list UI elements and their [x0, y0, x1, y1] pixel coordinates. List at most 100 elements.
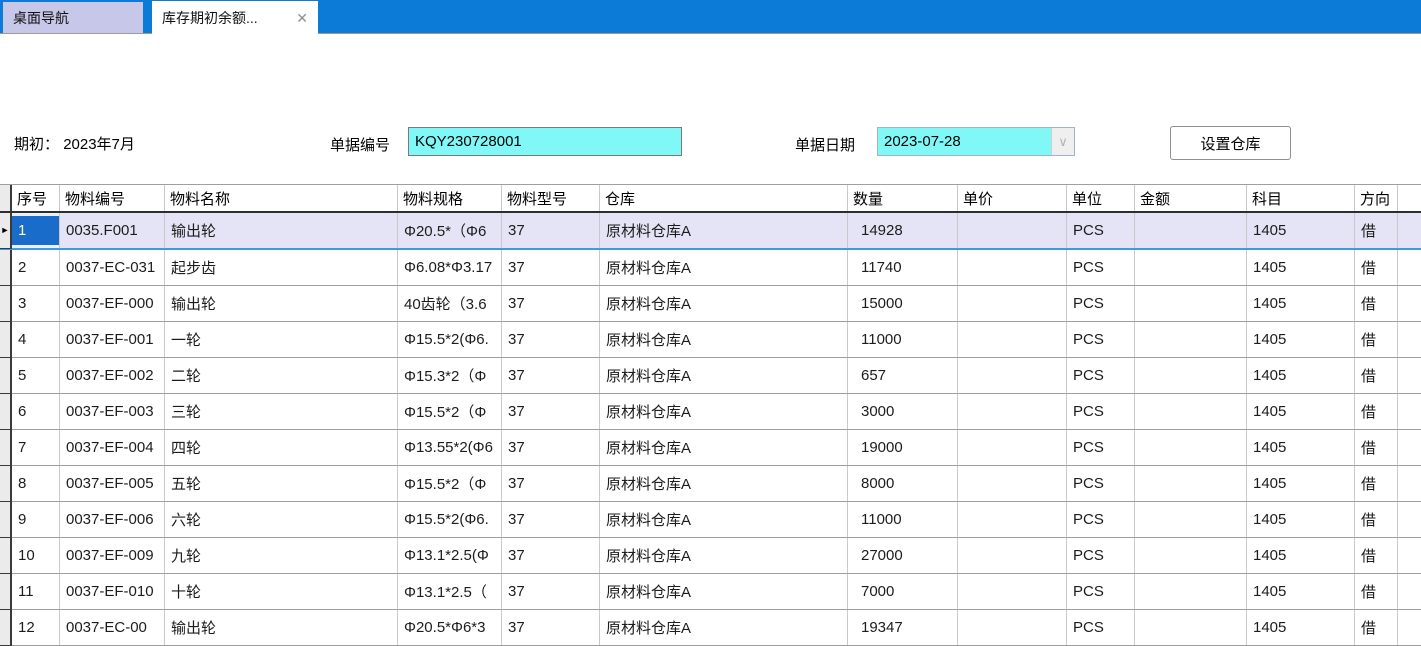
row-gutter[interactable] — [0, 394, 12, 430]
cell-amount[interactable] — [1135, 250, 1247, 285]
cell-price[interactable] — [958, 322, 1067, 357]
cell-code[interactable]: 0037-EF-001 — [60, 322, 165, 357]
column-header-2[interactable]: 物料名称 — [165, 185, 398, 211]
cell-price[interactable] — [958, 286, 1067, 321]
cell-amount[interactable] — [1135, 430, 1247, 465]
cell-amount[interactable] — [1135, 358, 1247, 393]
cell-model[interactable]: 37 — [502, 286, 600, 321]
cell-direction[interactable]: 借 — [1355, 286, 1398, 321]
cell-model[interactable]: 37 — [502, 394, 600, 429]
cell-direction[interactable]: 借 — [1355, 466, 1398, 501]
cell-model[interactable]: 37 — [502, 538, 600, 573]
cell-warehouse[interactable]: 原材料仓库A — [600, 322, 848, 357]
cell-spec[interactable]: Φ6.08*Φ3.17 — [398, 250, 502, 285]
cell-code[interactable]: 0037-EF-006 — [60, 502, 165, 537]
cell-unit[interactable]: PCS — [1067, 430, 1135, 465]
row-gutter[interactable] — [0, 610, 12, 646]
row-gutter[interactable] — [0, 538, 12, 574]
tab-inventory-opening-balance[interactable]: 库存期初余额... ✕ — [152, 1, 318, 34]
cell-account[interactable]: 1405 — [1247, 213, 1355, 248]
cell-spec[interactable]: 40齿轮（3.6 — [398, 286, 502, 321]
cell-direction[interactable]: 借 — [1355, 394, 1398, 429]
cell-spec[interactable]: Φ13.1*2.5(Φ — [398, 538, 502, 573]
cell-seq[interactable]: 11 — [12, 574, 60, 609]
cell-model[interactable]: 37 — [502, 250, 600, 285]
cell-code[interactable]: 0037-EF-009 — [60, 538, 165, 573]
column-header-7[interactable]: 单价 — [958, 185, 1067, 211]
cell-warehouse[interactable]: 原材料仓库A — [600, 466, 848, 501]
tab-desktop-navigation[interactable]: 桌面导航 — [3, 2, 143, 33]
cell-warehouse[interactable]: 原材料仓库A — [600, 430, 848, 465]
cell-account[interactable]: 1405 — [1247, 394, 1355, 429]
doc-no-input[interactable] — [408, 127, 682, 156]
doc-date-select[interactable]: 2023-07-28 ∨ — [877, 127, 1075, 156]
cell-unit[interactable]: PCS — [1067, 394, 1135, 429]
cell-price[interactable] — [958, 358, 1067, 393]
cell-account[interactable]: 1405 — [1247, 286, 1355, 321]
row-gutter[interactable]: ► — [0, 213, 12, 249]
cell-name[interactable]: 输出轮 — [165, 213, 398, 248]
cell-warehouse[interactable]: 原材料仓库A — [600, 358, 848, 393]
cell-name[interactable]: 输出轮 — [165, 286, 398, 321]
row-gutter[interactable] — [0, 430, 12, 466]
cell-name[interactable]: 起步齿 — [165, 250, 398, 285]
cell-seq[interactable]: 8 — [12, 466, 60, 501]
cell-unit[interactable]: PCS — [1067, 250, 1135, 285]
close-icon[interactable]: ✕ — [290, 11, 308, 25]
cell-code[interactable]: 0037-EF-004 — [60, 430, 165, 465]
row-gutter[interactable] — [0, 466, 12, 502]
column-header-9[interactable]: 金额 — [1135, 185, 1247, 211]
cell-account[interactable]: 1405 — [1247, 466, 1355, 501]
cell-seq[interactable]: 2 — [12, 250, 60, 285]
cell-warehouse[interactable]: 原材料仓库A — [600, 250, 848, 285]
row-gutter[interactable] — [0, 574, 12, 610]
cell-code[interactable]: 0037-EF-005 — [60, 466, 165, 501]
cell-unit[interactable]: PCS — [1067, 502, 1135, 537]
cell-name[interactable]: 一轮 — [165, 322, 398, 357]
row-gutter[interactable] — [0, 502, 12, 538]
cell-name[interactable]: 五轮 — [165, 466, 398, 501]
column-header-5[interactable]: 仓库 — [600, 185, 848, 211]
cell-price[interactable] — [958, 213, 1067, 248]
cell-model[interactable]: 37 — [502, 213, 600, 248]
column-header-0[interactable]: 序号 — [12, 185, 60, 211]
cell-unit[interactable]: PCS — [1067, 358, 1135, 393]
column-header-10[interactable]: 科目 — [1247, 185, 1355, 211]
cell-name[interactable]: 三轮 — [165, 394, 398, 429]
cell-spec[interactable]: Φ15.5*2（Φ — [398, 466, 502, 501]
cell-unit[interactable]: PCS — [1067, 322, 1135, 357]
cell-name[interactable]: 六轮 — [165, 502, 398, 537]
cell-name[interactable]: 九轮 — [165, 538, 398, 573]
cell-unit[interactable]: PCS — [1067, 538, 1135, 573]
cell-unit[interactable]: PCS — [1067, 286, 1135, 321]
cell-account[interactable]: 1405 — [1247, 430, 1355, 465]
cell-direction[interactable]: 借 — [1355, 574, 1398, 609]
cell-price[interactable] — [958, 430, 1067, 465]
cell-price[interactable] — [958, 574, 1067, 609]
cell-direction[interactable]: 借 — [1355, 538, 1398, 573]
cell-code[interactable]: 0037-EF-000 — [60, 286, 165, 321]
cell-warehouse[interactable]: 原材料仓库A — [600, 502, 848, 537]
cell-code[interactable]: 0037-EF-002 — [60, 358, 165, 393]
cell-spec[interactable]: Φ15.3*2（Φ — [398, 358, 502, 393]
row-gutter[interactable] — [0, 358, 12, 394]
cell-account[interactable]: 1405 — [1247, 250, 1355, 285]
column-header-11[interactable]: 方向 — [1355, 185, 1398, 211]
cell-qty[interactable]: 11740 — [848, 250, 958, 285]
column-header-8[interactable]: 单位 — [1067, 185, 1135, 211]
cell-qty[interactable]: 8000 — [848, 466, 958, 501]
cell-amount[interactable] — [1135, 286, 1247, 321]
cell-seq[interactable]: 10 — [12, 538, 60, 573]
cell-qty[interactable]: 14928 — [848, 213, 958, 248]
cell-account[interactable]: 1405 — [1247, 574, 1355, 609]
row-gutter[interactable] — [0, 286, 12, 322]
cell-code[interactable]: 0035.F001 — [60, 213, 165, 248]
cell-warehouse[interactable]: 原材料仓库A — [600, 394, 848, 429]
cell-amount[interactable] — [1135, 394, 1247, 429]
cell-qty[interactable]: 3000 — [848, 394, 958, 429]
cell-seq[interactable]: 4 — [12, 322, 60, 357]
cell-seq[interactable]: 7 — [12, 430, 60, 465]
cell-direction[interactable]: 借 — [1355, 322, 1398, 357]
cell-price[interactable] — [958, 502, 1067, 537]
cell-account[interactable]: 1405 — [1247, 538, 1355, 573]
